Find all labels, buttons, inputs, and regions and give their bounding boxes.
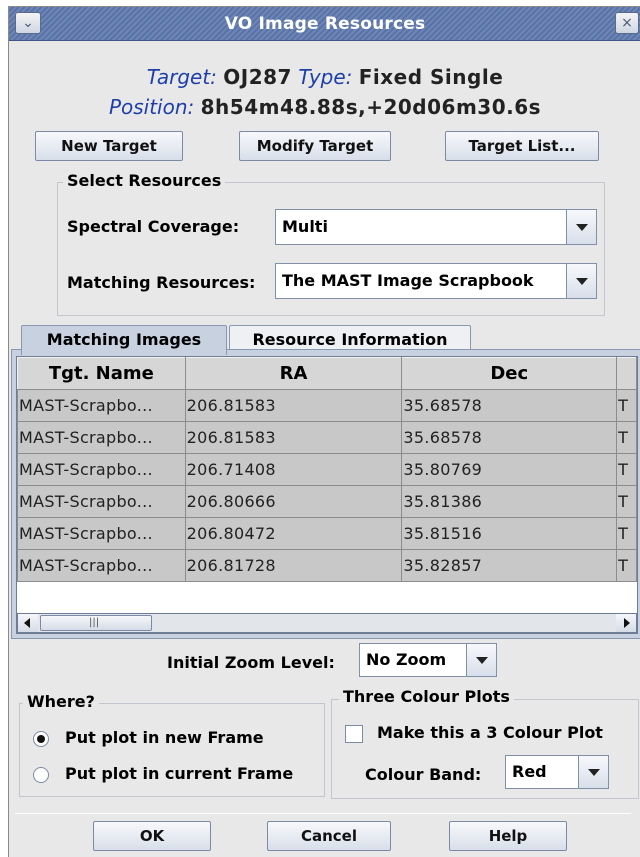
radio-current-frame[interactable] [33, 767, 49, 783]
arrow-right-icon [624, 618, 630, 628]
table-row[interactable]: MAST-Scrapbo... 206.80666 35.81386 T [17, 485, 637, 518]
three-colour-title: Three Colour Plots [339, 687, 514, 706]
cell-tgt-name: MAST-Scrapbo... [17, 453, 186, 486]
radio-new-frame[interactable] [33, 731, 49, 747]
cell-ra: 206.80666 [184, 485, 403, 518]
matching-resources-value: The MAST Image Scrapbook [282, 271, 534, 290]
type-label: Type: [298, 65, 353, 89]
cell-dec: 35.68578 [401, 421, 618, 454]
current-frame-label[interactable]: Put plot in current Frame [65, 764, 293, 783]
new-frame-label[interactable]: Put plot in new Frame [65, 728, 264, 747]
scroll-left-button[interactable] [18, 614, 38, 632]
three-colour-checkbox[interactable] [345, 725, 363, 743]
chevron-down-icon [476, 657, 488, 664]
images-table-viewport: Tgt. Name RA Dec MAST-Scrapbo... 206.815… [16, 356, 638, 634]
grip-icon: ||| [89, 617, 100, 628]
target-info-line: Target: OJ287 Type: Fixed Single [9, 65, 640, 89]
cell-dec: 35.81516 [401, 517, 618, 550]
position-value: 8h54m48.88s,+20d06m30.6s [200, 95, 542, 119]
modify-target-button[interactable]: Modify Target [239, 131, 391, 161]
vo-image-resources-window: ⌄ VO Image Resources × Target: OJ287 Typ… [8, 6, 640, 857]
horizontal-scrollbar[interactable]: ||| [17, 613, 637, 633]
tab-matching-images[interactable]: Matching Images [21, 325, 227, 355]
cell-extra: T [616, 389, 637, 422]
table-row[interactable]: MAST-Scrapbo... 206.81728 35.82857 T [17, 549, 637, 582]
type-value: Fixed Single [358, 65, 504, 89]
cell-extra: T [616, 453, 637, 486]
spectral-coverage-label: Spectral Coverage: [67, 217, 240, 236]
colour-band-label: Colour Band: [365, 765, 482, 784]
cancel-button[interactable]: Cancel [267, 821, 391, 851]
target-label: Target: [146, 65, 217, 89]
target-value: OJ287 [223, 65, 292, 89]
colour-band-select[interactable]: Red [505, 755, 609, 789]
title-bar[interactable]: ⌄ VO Image Resources × [9, 7, 640, 41]
cell-tgt-name: MAST-Scrapbo... [17, 485, 186, 518]
matching-resources-select[interactable]: The MAST Image Scrapbook [275, 263, 597, 299]
cell-ra: 206.81583 [184, 421, 403, 454]
cell-extra: T [616, 421, 637, 454]
select-resources-title: Select Resources [63, 171, 226, 190]
footer-separator [15, 813, 631, 814]
position-info-line: Position: 8h54m48.88s,+20d06m30.6s [9, 95, 640, 119]
cell-ra: 206.81583 [184, 389, 403, 422]
cell-tgt-name: MAST-Scrapbo... [17, 517, 186, 550]
cell-ra: 206.81728 [184, 549, 403, 582]
cell-extra: T [616, 485, 637, 518]
images-table: Tgt. Name RA Dec MAST-Scrapbo... 206.815… [17, 357, 637, 582]
three-colour-checkbox-label[interactable]: Make this a 3 Colour Plot [377, 723, 603, 742]
cell-ra: 206.71408 [184, 453, 403, 486]
window-title: VO Image Resources [224, 14, 426, 34]
close-icon: × [621, 15, 633, 31]
cell-tgt-name: MAST-Scrapbo... [17, 549, 186, 582]
cell-extra: T [616, 517, 637, 550]
zoom-level-value: No Zoom [366, 650, 447, 669]
table-row[interactable]: MAST-Scrapbo... 206.71408 35.80769 T [17, 453, 637, 486]
cell-dec: 35.80769 [401, 453, 618, 486]
spectral-coverage-select[interactable]: Multi [275, 209, 597, 245]
radio-selected-dot [37, 735, 45, 743]
colour-band-dropdown-button[interactable] [578, 756, 608, 788]
position-label: Position: [108, 95, 195, 119]
target-list-button[interactable]: Target List... [445, 131, 599, 161]
cell-tgt-name: MAST-Scrapbo... [17, 421, 186, 454]
zoom-level-select[interactable]: No Zoom [359, 643, 497, 677]
help-button[interactable]: Help [449, 821, 567, 851]
chevron-down-icon [588, 769, 600, 776]
spectral-coverage-dropdown-button[interactable] [566, 210, 596, 244]
spectral-coverage-value: Multi [282, 217, 328, 236]
close-button[interactable]: × [615, 12, 639, 34]
colour-band-value: Red [512, 762, 547, 781]
scrollbar-thumb[interactable]: ||| [40, 615, 152, 631]
matching-resources-dropdown-button[interactable] [566, 264, 596, 298]
table-header-row: Tgt. Name RA Dec [17, 357, 637, 390]
matching-images-panel: Tgt. Name RA Dec MAST-Scrapbo... 206.815… [11, 349, 640, 639]
matching-resources-label: Matching Resources: [67, 273, 256, 292]
new-target-button[interactable]: New Target [35, 131, 183, 161]
chevron-down-icon [576, 224, 588, 231]
zoom-level-dropdown-button[interactable] [466, 644, 496, 676]
cell-extra: T [616, 549, 637, 582]
table-row[interactable]: MAST-Scrapbo... 206.81583 35.68578 T [17, 389, 637, 422]
cell-tgt-name: MAST-Scrapbo... [17, 389, 186, 422]
table-row[interactable]: MAST-Scrapbo... 206.80472 35.81516 T [17, 517, 637, 550]
where-title: Where? [23, 692, 99, 711]
cell-ra: 206.80472 [184, 517, 403, 550]
table-row[interactable]: MAST-Scrapbo... 206.81583 35.68578 T [17, 421, 637, 454]
chevron-down-icon [576, 278, 588, 285]
zoom-level-label: Initial Zoom Level: [167, 653, 335, 672]
scroll-right-button[interactable] [616, 614, 636, 632]
column-header-extra[interactable] [616, 357, 637, 390]
column-header-tgt-name[interactable]: Tgt. Name [17, 357, 186, 390]
ok-button[interactable]: OK [93, 821, 211, 851]
column-header-dec[interactable]: Dec [401, 357, 618, 390]
cell-dec: 35.81386 [401, 485, 618, 518]
cell-dec: 35.82857 [401, 549, 618, 582]
arrow-left-icon [24, 618, 30, 628]
column-header-ra[interactable]: RA [184, 357, 403, 390]
cell-dec: 35.68578 [401, 389, 618, 422]
